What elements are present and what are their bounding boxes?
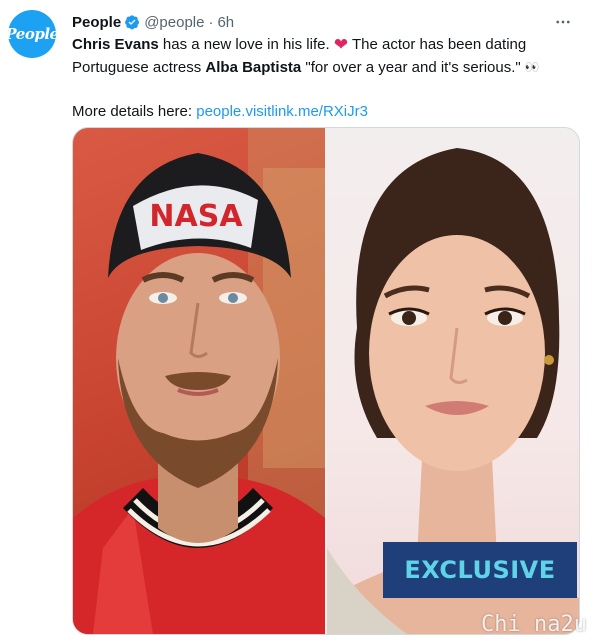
details-label: More details here: bbox=[72, 103, 197, 120]
more-options-button[interactable] bbox=[551, 10, 575, 34]
tweet-header: People @people · 6h bbox=[72, 12, 571, 32]
cap-logo-text: NASA bbox=[149, 199, 243, 234]
tweet-media[interactable]: NASA EXCLUSIVE bbox=[72, 127, 580, 635]
exclusive-badge: EXCLUSIVE bbox=[383, 542, 577, 598]
mention-alba-baptista: Alba Baptista bbox=[205, 59, 302, 76]
avatar-logo-text: People bbox=[8, 25, 56, 43]
display-name[interactable]: People bbox=[72, 14, 121, 31]
tweet-text-part: "for over a year and it's serious." bbox=[301, 59, 525, 76]
heart-emoji-icon: ❤ bbox=[333, 35, 349, 54]
mention-chris-evans: Chris Evans bbox=[72, 36, 159, 53]
user-handle[interactable]: @people bbox=[144, 14, 204, 31]
tweet-text-part: has a new love in his life. bbox=[158, 36, 334, 53]
watermark-text: Chi na2u bbox=[481, 612, 587, 637]
details-link[interactable]: people.visitlink.me/RXiJr3 bbox=[196, 103, 368, 120]
separator-dot: · bbox=[208, 13, 214, 31]
avatar[interactable]: People bbox=[8, 10, 56, 58]
eyes-emoji-icon: 👀 bbox=[524, 60, 540, 74]
exclusive-badge-text: EXCLUSIVE bbox=[404, 556, 556, 584]
verified-badge-icon bbox=[124, 14, 140, 30]
tweet-text: Chris Evans has a new love in his life. … bbox=[72, 34, 582, 123]
man-portrait-photo[interactable]: NASA bbox=[73, 128, 325, 634]
details-line: More details here: people.visitlink.me/R… bbox=[72, 101, 582, 123]
more-horizontal-icon bbox=[556, 20, 570, 24]
timestamp[interactable]: 6h bbox=[217, 14, 234, 31]
